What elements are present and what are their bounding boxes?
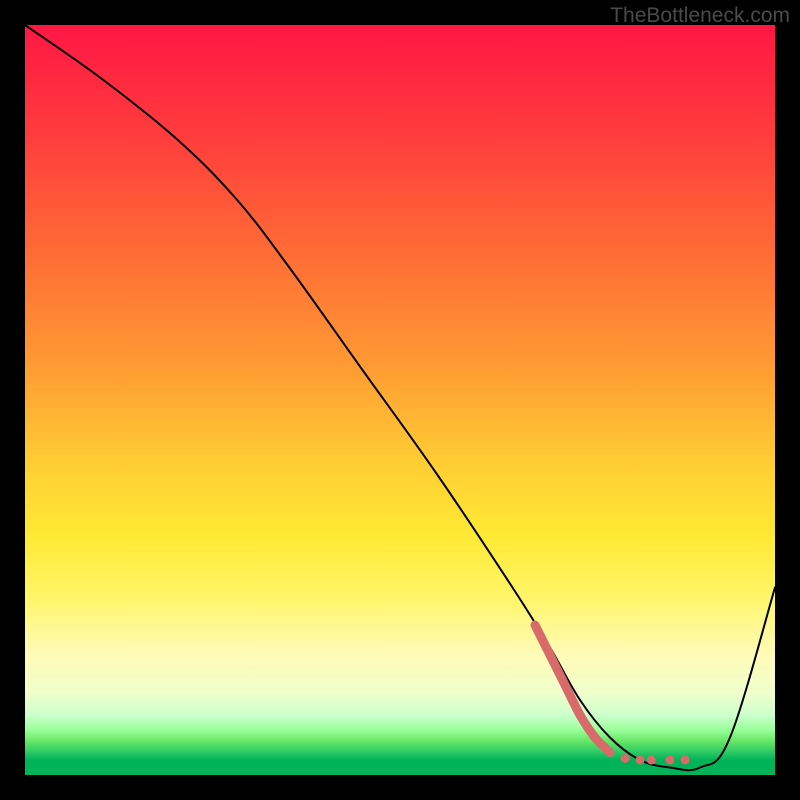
highlight-dot	[647, 756, 656, 765]
highlight-dot	[681, 756, 690, 765]
highlight-dot	[636, 756, 645, 765]
watermark-label: TheBottleneck.com	[610, 4, 790, 28]
gradient-background	[25, 25, 775, 775]
chart-container	[25, 25, 775, 775]
highlight-dot	[666, 756, 675, 765]
highlight-dot	[621, 754, 630, 763]
chart-svg	[25, 25, 775, 775]
